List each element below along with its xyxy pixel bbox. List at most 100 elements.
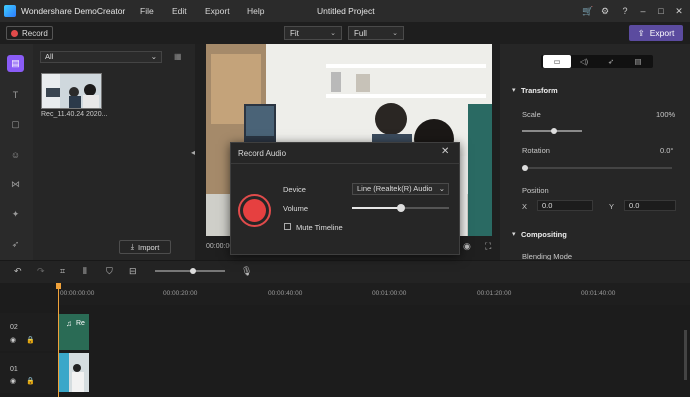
- audio-clip-label: Re: [76, 320, 85, 327]
- menu-export[interactable]: Export: [205, 6, 230, 16]
- rotation-slider-knob[interactable]: [522, 165, 528, 171]
- fit-timeline-icon[interactable]: ⊟: [129, 266, 137, 277]
- annotation-icon[interactable]: ▢: [7, 116, 24, 133]
- record-dot-icon: [11, 29, 18, 37]
- export-button-label: Export: [649, 28, 675, 38]
- device-dropdown[interactable]: Line (Realtek(R) Audio ⌄: [352, 183, 449, 195]
- split-icon[interactable]: ⫴: [83, 266, 87, 277]
- timeline-scrollbar[interactable]: [684, 330, 687, 380]
- grid-view-icon[interactable]: ▦: [174, 52, 182, 61]
- cursor-icon: ➶: [607, 57, 615, 66]
- captions-icon[interactable]: T: [7, 86, 24, 103]
- ruler-tick: 00:01:20:00: [477, 290, 512, 297]
- volume-slider-fill: [352, 207, 401, 209]
- import-button-label: Import: [138, 242, 160, 252]
- expand-transform-icon[interactable]: ▾: [512, 86, 516, 94]
- settings-icon[interactable]: ⚙: [600, 6, 610, 16]
- dialog-divider: [231, 163, 459, 164]
- record-button-label: Record: [22, 28, 48, 38]
- record-button[interactable]: Record: [6, 26, 53, 40]
- expand-compositing-icon[interactable]: ▾: [512, 230, 516, 238]
- device-dropdown-value: Line (Realtek(R) Audio: [357, 184, 433, 193]
- video-clip-thumbnail: [59, 353, 89, 392]
- import-button[interactable]: ⤓ Import: [119, 240, 171, 254]
- crop-icon[interactable]: ⌗: [60, 266, 65, 277]
- fit-dropdown-value: Fit: [290, 28, 299, 38]
- export-icon: ⇪: [637, 27, 645, 38]
- effects-icon[interactable]: ✦: [7, 206, 24, 223]
- track-number: 02: [10, 324, 18, 331]
- lock-icon[interactable]: 🔒: [26, 336, 35, 344]
- track-header-02: [0, 313, 58, 351]
- x-position-input[interactable]: 0.0: [537, 200, 593, 211]
- video-clip[interactable]: [59, 353, 89, 392]
- volume-label: Volume: [283, 204, 309, 213]
- tab-caption[interactable]: ▤: [624, 55, 652, 68]
- ruler-tick: 00:00:40:00: [268, 290, 303, 297]
- tab-audio[interactable]: ◁): [570, 55, 598, 68]
- rotation-slider-track[interactable]: [522, 167, 672, 169]
- y-position-input[interactable]: 0.0: [624, 200, 676, 211]
- menu-help[interactable]: Help: [247, 6, 264, 16]
- fullscreen-icon[interactable]: ⛶: [485, 241, 491, 252]
- redo-icon[interactable]: ↷: [37, 266, 45, 277]
- music-note-icon: ♫: [66, 319, 72, 328]
- dialog-title: Record Audio: [238, 149, 287, 158]
- media-library-icon[interactable]: ▤: [7, 55, 24, 72]
- chevron-down-icon: ⌄: [330, 30, 336, 37]
- playhead[interactable]: [58, 283, 59, 397]
- export-button[interactable]: ⇪ Export: [629, 25, 683, 41]
- video-camera-icon: ▭: [553, 57, 561, 66]
- ruler-tick: 00:01:40:00: [581, 290, 616, 297]
- transform-heading: Transform: [521, 86, 558, 95]
- rotation-label: Rotation: [522, 146, 550, 155]
- device-label: Device: [283, 185, 306, 194]
- media-clip-name: Rec_11.40.24 2020...: [41, 111, 108, 118]
- undo-icon[interactable]: ↶: [14, 266, 22, 277]
- stickers-icon[interactable]: ☺: [7, 146, 24, 163]
- close-icon[interactable]: ✕: [441, 146, 449, 157]
- timeline-zoom-knob[interactable]: [190, 268, 196, 274]
- marker-icon[interactable]: ⛉: [106, 266, 113, 277]
- media-filter-dropdown[interactable]: All ⌄: [40, 51, 162, 63]
- help-icon[interactable]: ?: [620, 6, 630, 16]
- x-label: X: [522, 202, 528, 211]
- caption-icon: ▤: [634, 57, 642, 66]
- chevron-down-icon: ⌄: [392, 30, 398, 37]
- rotation-value: 0.0°: [660, 146, 674, 155]
- track-header-01: [0, 353, 58, 393]
- transitions-icon[interactable]: ⋈: [7, 176, 24, 193]
- app-name: Wondershare DemoCreator: [21, 6, 126, 16]
- tab-video[interactable]: ▭: [543, 55, 571, 68]
- scale-slider-knob[interactable]: [551, 128, 557, 134]
- app-logo-icon: [4, 5, 16, 17]
- lock-icon[interactable]: 🔒: [26, 377, 35, 385]
- mute-timeline-label: Mute Timeline: [296, 223, 343, 232]
- start-recording-button[interactable]: [238, 194, 271, 227]
- quality-dropdown[interactable]: Full ⌄: [348, 26, 404, 40]
- fit-dropdown[interactable]: Fit ⌄: [284, 26, 342, 40]
- tab-cursor[interactable]: ➶: [597, 55, 625, 68]
- y-label: Y: [609, 202, 615, 211]
- menu-file[interactable]: File: [140, 6, 154, 16]
- close-icon[interactable]: ✕: [674, 6, 684, 16]
- chevron-down-icon: ⌄: [150, 52, 157, 61]
- microphone-icon[interactable]: 🎙: [241, 266, 252, 277]
- media-thumbnail[interactable]: [41, 73, 102, 109]
- ruler-tick: 00:00:20:00: [163, 290, 198, 297]
- quality-dropdown-value: Full: [354, 28, 367, 38]
- track-number: 01: [10, 366, 18, 373]
- audio-clip[interactable]: ♫ Re: [59, 314, 89, 350]
- thumbnail-image: [42, 74, 101, 108]
- mute-timeline-checkbox[interactable]: [284, 223, 291, 230]
- menu-edit[interactable]: Edit: [172, 6, 187, 16]
- timeline-toolbar: [0, 260, 690, 283]
- cursor-effects-icon[interactable]: ➶: [7, 236, 24, 253]
- eye-icon[interactable]: ◉: [10, 377, 16, 385]
- maximize-icon[interactable]: □: [656, 6, 666, 16]
- cart-icon[interactable]: 🛒: [582, 6, 593, 16]
- snapshot-icon[interactable]: ◉: [463, 241, 471, 252]
- volume-slider-knob[interactable]: [396, 204, 405, 212]
- eye-icon[interactable]: ◉: [10, 336, 16, 344]
- minimize-icon[interactable]: –: [638, 6, 648, 16]
